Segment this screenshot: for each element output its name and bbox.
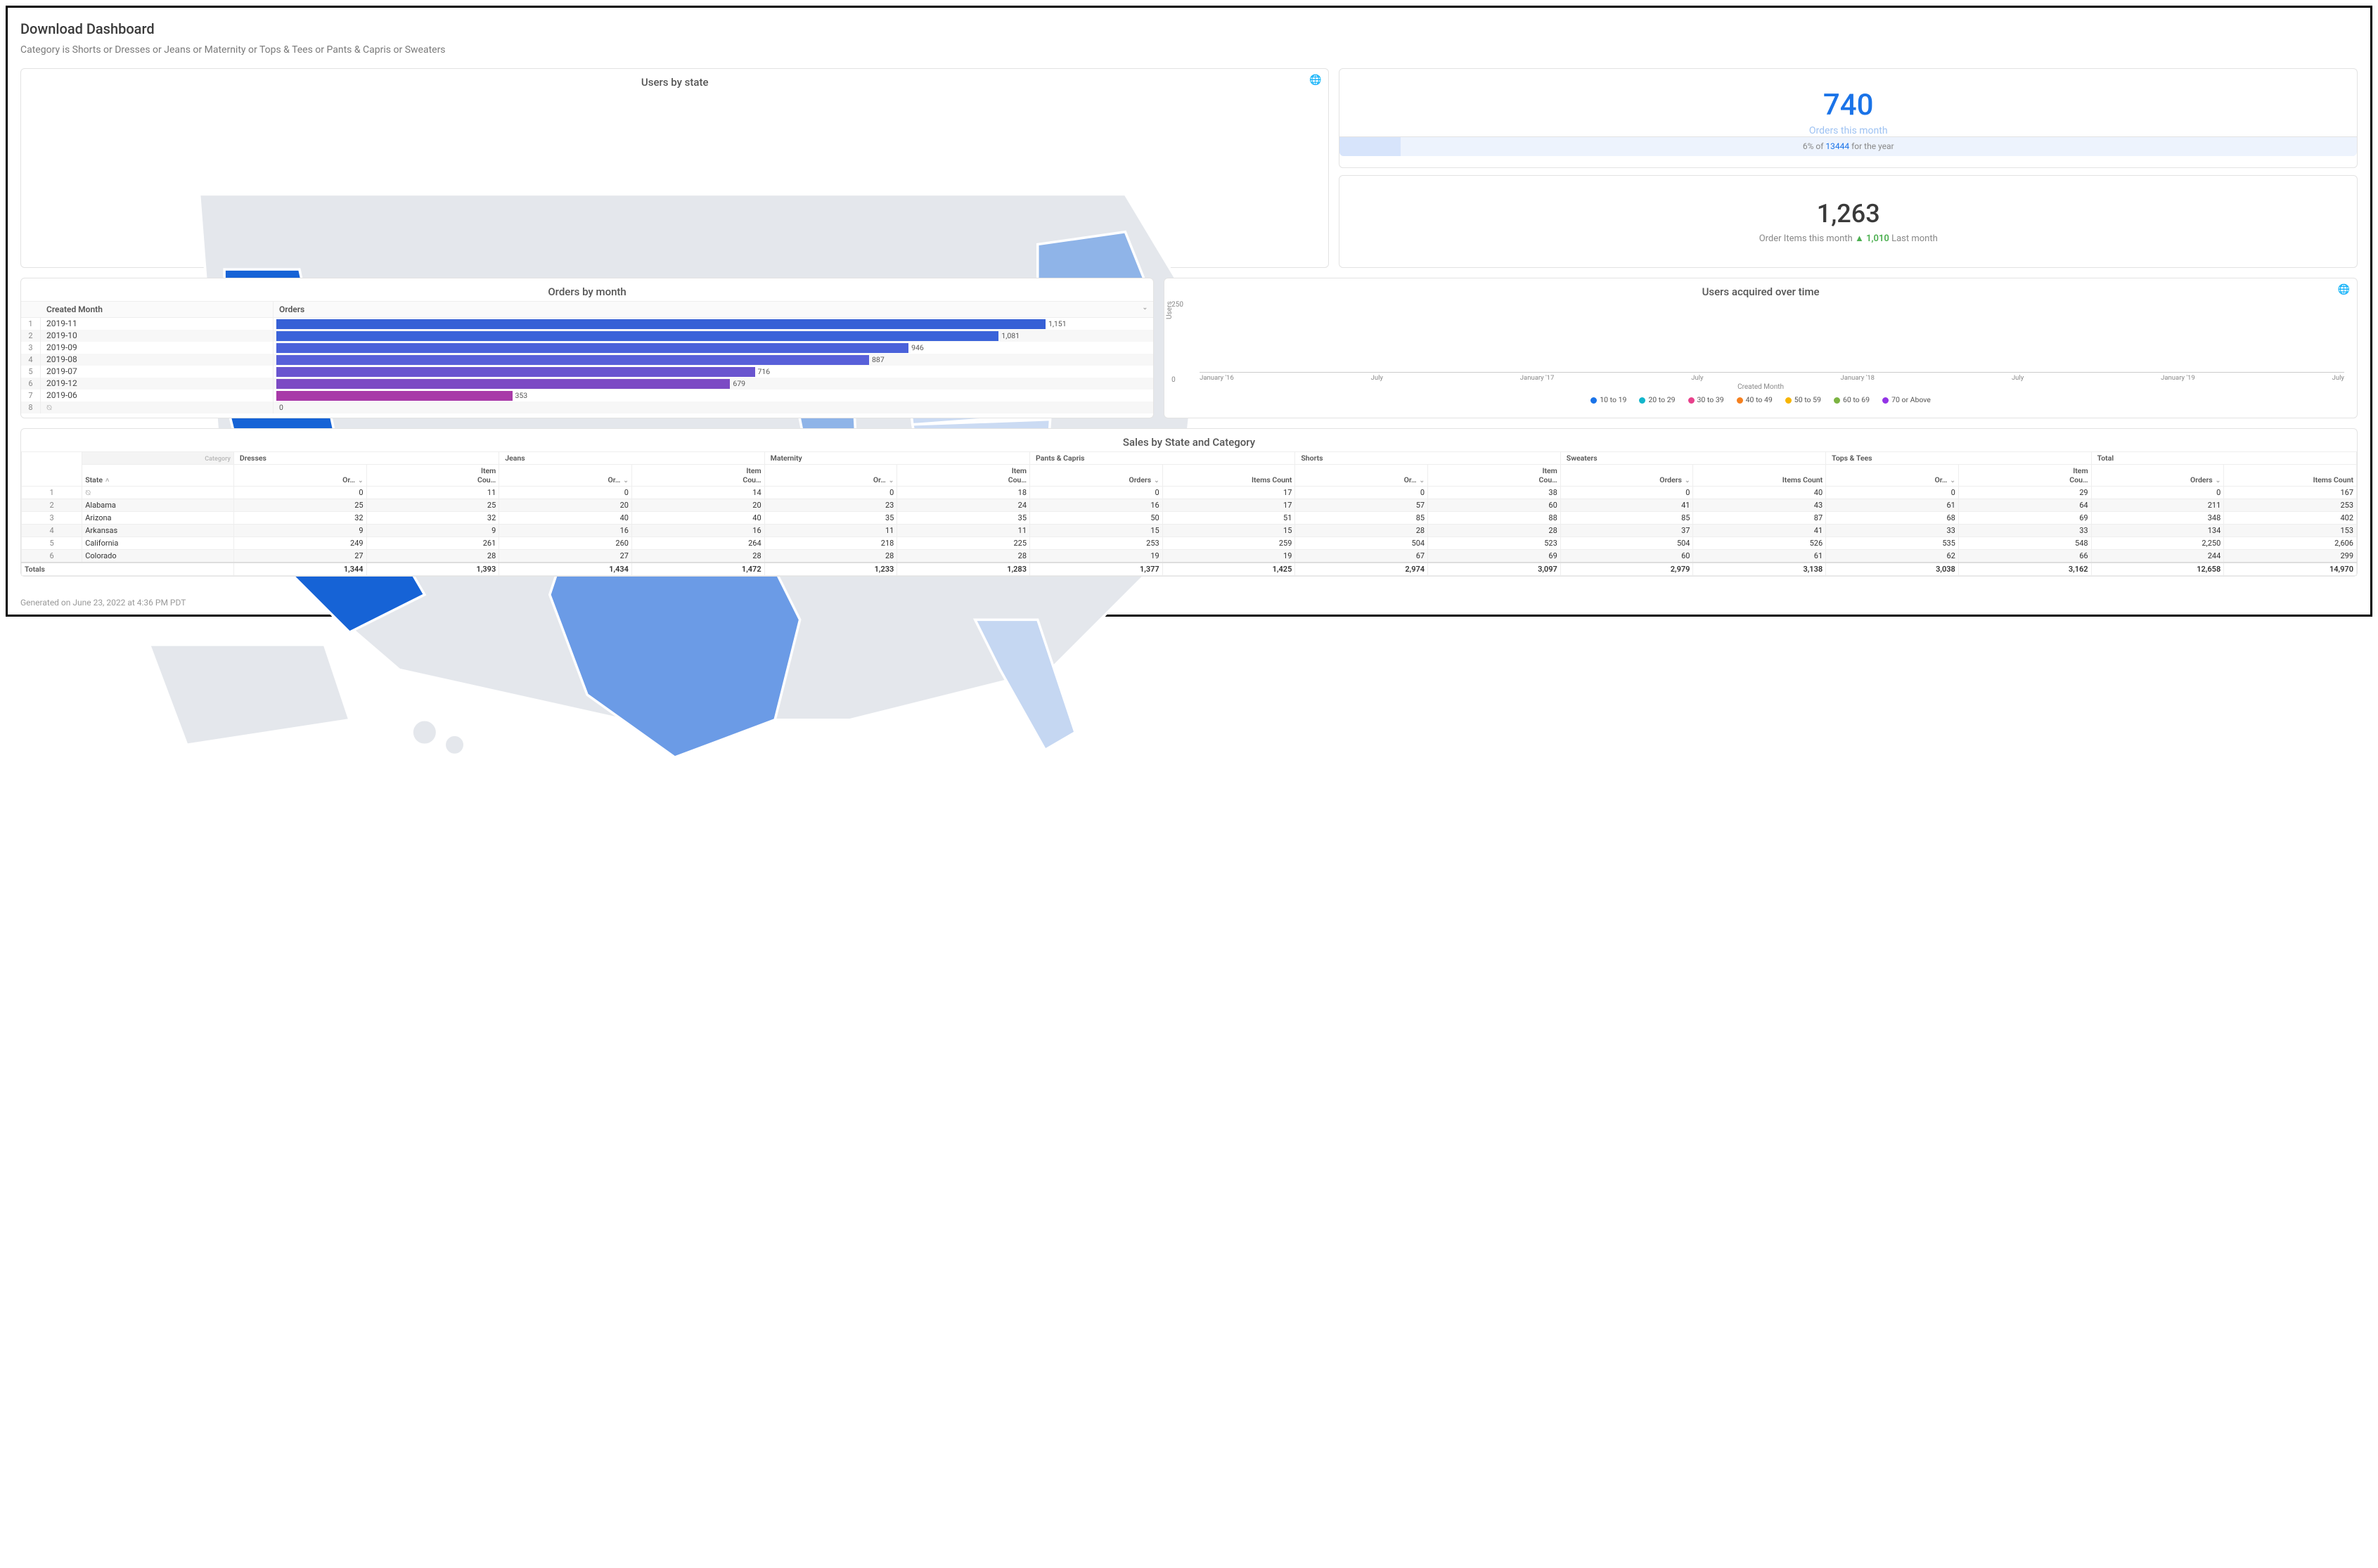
category-header[interactable]: Sweaters [1560,452,1825,465]
ua-xaxis-label: Created Month [1174,383,2347,391]
page-subtitle: Category is Shorts or Dresses or Jeans o… [20,44,2358,56]
map-title: Users by state [21,69,1328,91]
category-header[interactable]: Jeans [499,452,764,465]
orders-header[interactable]: Orders⌄ [1560,465,1693,487]
legend-item[interactable]: 20 to 29 [1639,395,1675,404]
legend-item[interactable]: 10 to 19 [1590,395,1626,404]
kpi-orders-progress: 6% of 13444 for the year [1339,136,2357,156]
items-header[interactable]: ItemCou… [897,465,1030,487]
sales-table[interactable]: CategoryDressesJeansMaternityPants & Cap… [21,451,2357,576]
legend-item[interactable]: 70 or Above [1882,395,1931,404]
chevron-down-icon: ⌄ [1685,477,1690,484]
users-acquired-title: Users acquired over time [1164,278,2357,301]
orders-header[interactable]: Or…⌄ [1295,465,1428,487]
orders-header[interactable]: Or…⌄ [233,465,366,487]
orders-by-month-title: Orders by month [21,278,1153,301]
category-header[interactable]: Pants & Capris [1030,452,1295,465]
items-header[interactable]: ItemCou… [631,465,764,487]
table-row[interactable]: 4Arkansas9916161111151528283741333313415… [22,525,2357,537]
ua-chart[interactable] [1200,304,2344,373]
obm-row[interactable]: 12019-111,151 [21,318,1153,330]
items-header[interactable]: Items Count [1162,465,1295,487]
kpi-items-label: Order Items this month [1759,233,1853,244]
chevron-down-icon: ⌄ [358,477,364,484]
obm-row[interactable]: 8⦰0 [21,401,1153,413]
kpi-orders-value: 740 [1823,88,1874,122]
order-items-this-month-kpi: 1,263 Order Items this month ▲ 1,010 Las… [1339,175,2358,268]
category-header[interactable]: Tops & Tees [1826,452,2091,465]
category-header-label: Category [82,452,234,465]
chevron-down-icon: ⌄ [1143,304,1148,314]
table-row[interactable]: 2Alabama25252020232416175760414361642112… [22,499,2357,512]
ua-legend: 10 to 19 20 to 29 30 to 39 40 to 49 50 to 59… [1174,395,2347,404]
kpi-orders-total: 13444 [1825,141,1849,151]
items-header[interactable]: ItemCou… [1428,465,1561,487]
legend-item[interactable]: 60 to 69 [1834,395,1870,404]
obm-row[interactable]: 72019-06353 [21,390,1153,401]
globe-icon: 🌐 [1309,75,1321,86]
legend-item[interactable]: 50 to 59 [1785,395,1821,404]
obm-row[interactable]: 42019-08887 [21,354,1153,366]
obm-row[interactable]: 52019-07716 [21,366,1153,378]
legend-item[interactable]: 30 to 39 [1688,395,1724,404]
chevron-down-icon: ⌄ [2216,477,2221,484]
ua-xaxis: January '16JulyJanuary '17JulyJanuary '1… [1200,374,2344,382]
items-header[interactable]: ItemCou… [366,465,499,487]
category-header[interactable]: Dresses [233,452,499,465]
orders-by-month-panel: Orders by month Created Month Orders ⌄ 1… [20,278,1154,418]
state-header[interactable]: State˄ [82,465,234,487]
items-header[interactable]: Items Count [2224,465,2357,487]
globe-icon: 🌐 [2338,284,2350,295]
sales-panel: Sales by State and Category CategoryDres… [20,428,2358,577]
category-header[interactable]: Maternity [764,452,1029,465]
orders-this-month-kpi: 740 Orders this month 6% of 13444 for th… [1339,68,2358,168]
obm-row[interactable]: 32019-09946 [21,342,1153,354]
kpi-items-delta: ▲ 1,010 [1855,233,1889,244]
table-row[interactable]: 5California24926126026421822525325950452… [22,537,2357,550]
orders-header[interactable]: Or…⌄ [499,465,632,487]
kpi-items-value: 1,263 [1817,199,1880,229]
kpi-orders-pct: 6% [1803,141,1814,151]
users-acquired-panel: 🌐 Users acquired over time Users 250 0 J… [1164,278,2358,418]
page-title: Download Dashboard [20,20,2358,37]
table-row[interactable]: 1⦰0110140180170380400290167 [22,487,2357,499]
obm-col-orders[interactable]: Orders ⌄ [273,302,1153,317]
orders-header[interactable]: Orders⌄ [1030,465,1163,487]
chevron-down-icon: ⌄ [1950,477,1955,484]
obm-row[interactable]: 22019-101,081 [21,330,1153,342]
chevron-down-icon: ⌄ [1154,477,1159,484]
orders-header[interactable]: Orders⌄ [2091,465,2224,487]
orders-header[interactable]: Or…⌄ [764,465,897,487]
kpi-orders-label: Orders this month [1809,125,1888,136]
sales-title: Sales by State and Category [21,429,2357,451]
obm-col-month[interactable]: Created Month [41,302,273,317]
category-header[interactable]: Total [2091,452,2356,465]
legend-item[interactable]: 40 to 49 [1737,395,1773,404]
category-header[interactable]: Shorts [1295,452,1560,465]
sort-asc-icon: ˄ [105,477,109,484]
items-header[interactable]: ItemCou… [1958,465,2091,487]
obm-row[interactable]: 62019-12679 [21,378,1153,390]
chevron-down-icon: ⌄ [623,477,629,484]
orders-header[interactable]: Or…⌄ [1826,465,1959,487]
items-header[interactable]: Items Count [1693,465,1826,487]
table-row[interactable]: 3Arizona32324040353550518588858768693484… [22,512,2357,525]
totals-label: Totals [22,563,234,576]
chevron-down-icon: ⌄ [1420,477,1425,484]
users-by-state-panel: 🌐 Users by state [20,68,1329,268]
table-row[interactable]: 6Colorado2728272828281919676960616266244… [22,550,2357,563]
chevron-down-icon: ⌄ [889,477,894,484]
